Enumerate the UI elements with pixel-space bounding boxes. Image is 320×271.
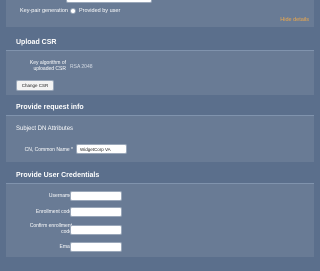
key-pair-row: Key-pair generation Provided by user	[6, 7, 314, 17]
common-name-input[interactable]: WidgetCorp VA	[76, 144, 127, 154]
email-input[interactable]	[70, 242, 122, 252]
request-info-title: Provide request info	[16, 104, 84, 111]
confirm-enrollment-code-label: Confirm enrollment code	[30, 223, 72, 235]
subject-dn-heading: Subject DN Attributes	[16, 126, 74, 132]
request-info-panel: Subject DN Attributes CN, Common Name * …	[6, 116, 314, 162]
provided-by-user-radio[interactable]	[70, 8, 76, 14]
previous-field-input[interactable]	[66, 0, 152, 3]
key-algorithm-label-line2: uploaded CSR	[33, 66, 66, 72]
hide-details-link[interactable]: Hide details	[280, 17, 309, 23]
confirm-enrollment-label-line2: code	[61, 229, 72, 235]
upload-csr-title: Upload CSR	[16, 39, 57, 46]
provided-by-user-label[interactable]: Provided by user	[79, 8, 120, 14]
enrollment-page: Key-pair generation Provided by user Hid…	[0, 0, 320, 271]
key-algorithm-label: Key algorithm of uploaded CSR	[30, 60, 66, 72]
change-csr-button[interactable]: Change CSR	[16, 80, 54, 91]
upload-csr-panel: Key algorithm of uploaded CSR RSA 2048 C…	[6, 51, 314, 95]
username-label: Username	[48, 193, 72, 199]
key-pair-label: Key-pair generation	[19, 8, 68, 14]
key-pair-panel: Key-pair generation Provided by user Hid…	[6, 0, 314, 27]
confirm-enrollment-code-input[interactable]	[70, 225, 122, 235]
common-name-label: CN, Common Name *	[24, 147, 73, 153]
enrollment-code-label: Enrollment code	[35, 209, 72, 215]
credentials-title: Provide User Credentials	[16, 172, 100, 179]
enrollment-code-input[interactable]	[70, 207, 122, 217]
key-algorithm-value: RSA 2048	[70, 64, 93, 70]
username-input[interactable]	[70, 191, 122, 201]
credentials-panel: Username Enrollment code Confirm enrollm…	[6, 184, 314, 257]
